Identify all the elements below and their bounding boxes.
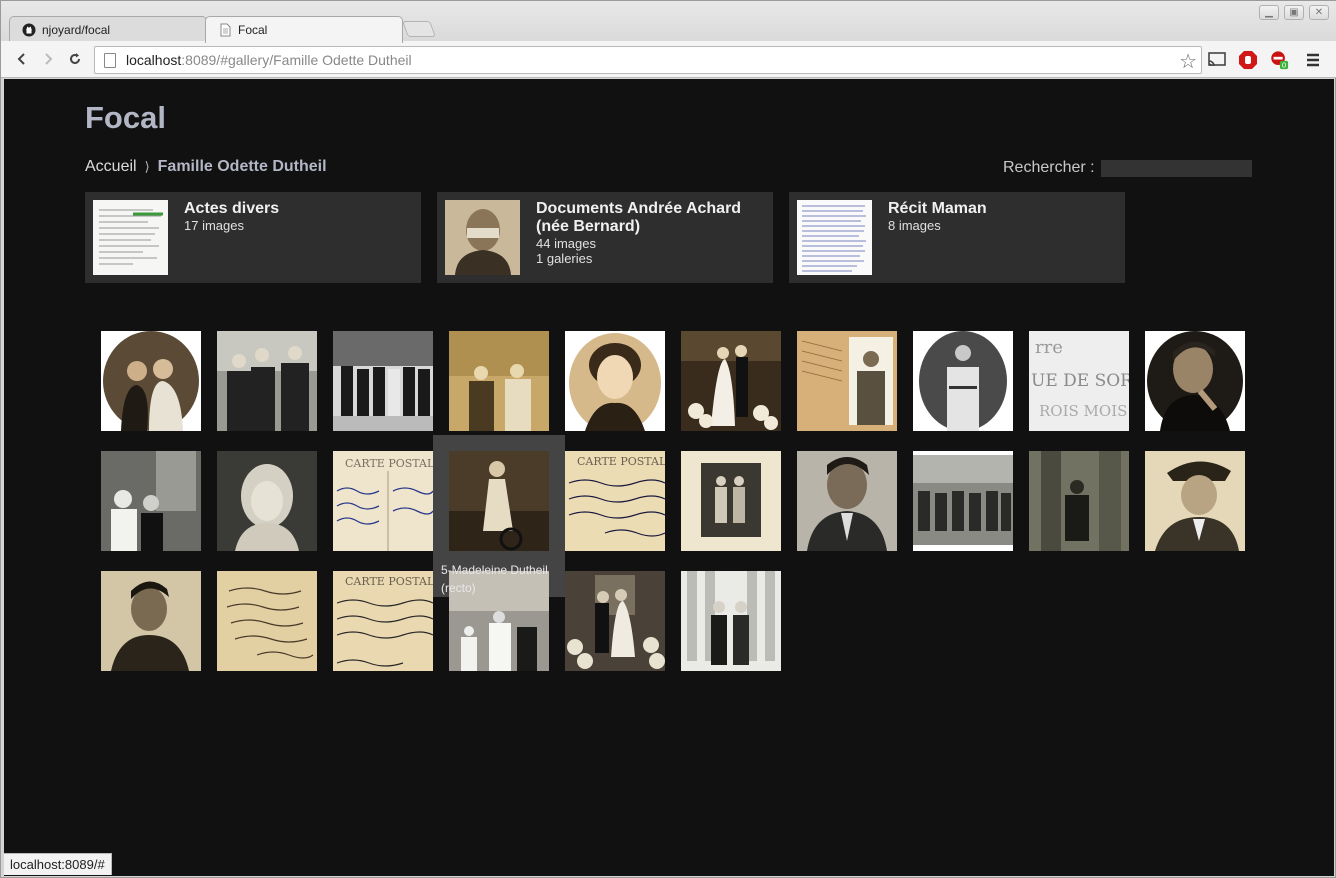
svg-text:UE DE SOR: UE DE SOR [1031, 371, 1129, 391]
gallery-subgallery-count: 1 galeries [536, 251, 593, 266]
photo-thumbnail[interactable] [681, 331, 781, 431]
gallery-card-documents-andree-achard[interactable]: Documents Andrée Achard (née Bernard) 44… [437, 192, 773, 283]
photo-thumbnail[interactable] [101, 451, 201, 551]
cast-icon[interactable] [1207, 50, 1227, 70]
svg-text:CARTE POSTALE: CARTE POSTALE [577, 455, 665, 468]
svg-text:0: 0 [1282, 61, 1287, 70]
address-bar[interactable]: localhost:8089/#gallery/Famille Odette D… [94, 46, 1202, 74]
photo-thumbnail[interactable] [1145, 451, 1245, 551]
gallery-thumbnail [797, 200, 872, 275]
svg-text:ROIS MOIS: ROIS MOIS [1039, 402, 1127, 420]
gallery-card-actes-divers[interactable]: Actes divers 17 images [85, 192, 421, 283]
search-area: Rechercher : [1003, 159, 1252, 177]
photo-thumbnail[interactable]: CARTE POSTALE [565, 451, 665, 551]
photo-thumbnail[interactable] [449, 331, 549, 431]
gallery-thumbnail [93, 200, 168, 275]
photo-thumbnail[interactable] [333, 331, 433, 431]
privacy-extension-icon[interactable]: 0 [1269, 50, 1289, 70]
adblock-icon[interactable] [1238, 50, 1258, 70]
gallery-image-count: 17 images [184, 218, 244, 233]
back-arrow-icon [17, 53, 25, 65]
url-text: localhost:8089/#gallery/Famille Odette D… [126, 52, 412, 68]
photo-thumbnail[interactable] [449, 451, 549, 551]
photo-thumbnail[interactable] [101, 331, 201, 431]
photo-caption-tooltip: 5-Madeleine Dutheil (recto) [441, 563, 548, 595]
site-title[interactable]: Focal [85, 100, 166, 136]
page-icon [218, 23, 232, 37]
photo-thumbnail[interactable]: CARTE POSTALE [333, 571, 433, 671]
photo-thumbnail[interactable] [913, 451, 1013, 551]
browser-window: njoyard/focal Focal ▁ ▣ ✕ localhost:8089… [0, 0, 1336, 878]
photo-thumbnail[interactable] [797, 331, 897, 431]
search-label: Rechercher : [1003, 159, 1095, 176]
github-icon [22, 23, 36, 37]
breadcrumb: Accueil ⟩ Famille Odette Dutheil [85, 158, 327, 176]
photo-thumbnail[interactable] [913, 331, 1013, 431]
photo-thumbnail[interactable] [565, 571, 665, 671]
gallery-image-count: 8 images [888, 218, 941, 233]
breadcrumb-separator: ⟩ [144, 159, 150, 174]
svg-text:CARTE POSTALE: CARTE POSTALE [345, 457, 433, 470]
page-info-icon [104, 52, 116, 68]
photo-thumbnail[interactable] [1145, 331, 1245, 431]
breadcrumb-home-link[interactable]: Accueil [85, 158, 137, 176]
photo-thumbnail[interactable] [101, 571, 201, 671]
gallery-title: Récit Maman 8 images [888, 200, 1113, 233]
tab-github[interactable]: njoyard/focal [9, 16, 207, 43]
maximize-button[interactable]: ▣ [1284, 5, 1304, 20]
page-viewport: Focal Accueil ⟩ Famille Odette Dutheil R… [4, 79, 1334, 876]
reload-button[interactable] [65, 49, 85, 69]
breadcrumb-current: Famille Odette Dutheil [157, 158, 327, 175]
photo-thumbnail[interactable] [565, 331, 665, 431]
tab-strip: njoyard/focal Focal ▁ ▣ ✕ [1, 1, 1336, 43]
status-bar: localhost:8089/# [4, 853, 112, 875]
minimize-button[interactable]: ▁ [1259, 5, 1279, 20]
menu-icon[interactable] [1303, 50, 1323, 70]
svg-text:rre: rre [1035, 337, 1063, 358]
photo-thumbnail[interactable] [797, 451, 897, 551]
photo-thumbnail[interactable] [681, 571, 781, 671]
bookmark-star-icon[interactable]: ☆ [1179, 49, 1197, 74]
gallery-title: Actes divers 17 images [184, 200, 409, 233]
back-button[interactable] [12, 49, 32, 69]
forward-arrow-icon [45, 53, 53, 65]
search-input[interactable] [1100, 159, 1252, 177]
new-tab-button[interactable] [402, 21, 436, 37]
gallery-card-recit-maman[interactable]: Récit Maman 8 images [789, 192, 1125, 283]
tab-label: Focal [238, 23, 268, 37]
tab-label: njoyard/focal [42, 23, 111, 37]
photo-thumbnail[interactable] [681, 451, 781, 551]
photo-thumbnail[interactable] [217, 451, 317, 551]
reload-icon [70, 53, 80, 64]
svg-text:CARTE POSTALE: CARTE POSTALE [345, 575, 433, 588]
browser-toolbar: localhost:8089/#gallery/Famille Odette D… [1, 41, 1336, 78]
gallery-image-count: 44 images [536, 236, 596, 251]
forward-button[interactable] [38, 49, 58, 69]
close-window-button[interactable]: ✕ [1309, 5, 1329, 20]
photo-thumbnail[interactable] [217, 331, 317, 431]
photo-thumbnail[interactable]: rre UE DE SOR ROIS MOIS [1029, 331, 1129, 431]
gallery-title: Documents Andrée Achard (née Bernard) 44… [536, 200, 761, 266]
photo-thumbnail[interactable] [217, 571, 317, 671]
photo-thumbnail[interactable] [1029, 451, 1129, 551]
gallery-thumbnail [445, 200, 520, 275]
tab-focal[interactable]: Focal [205, 16, 403, 43]
photo-thumbnail[interactable]: CARTE POSTALE [333, 451, 433, 551]
